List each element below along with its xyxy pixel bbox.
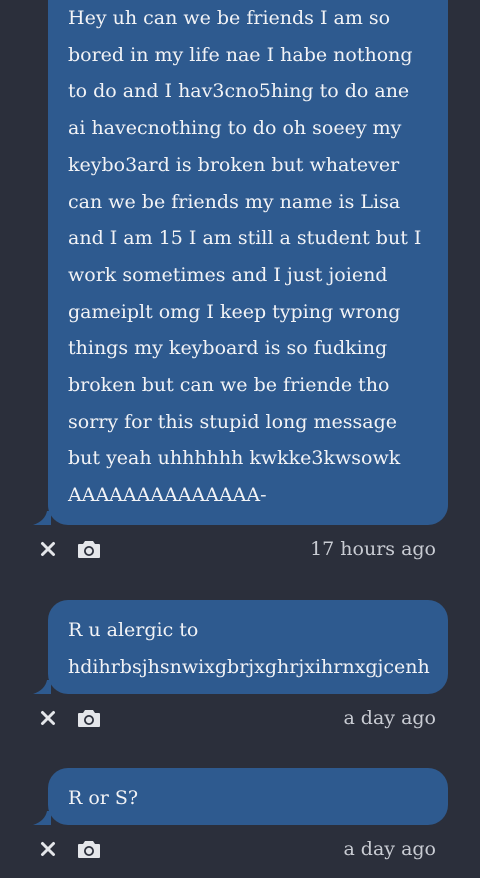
photo-button[interactable] bbox=[77, 537, 101, 561]
camera-icon bbox=[78, 710, 100, 727]
message-timestamp: a day ago bbox=[343, 707, 436, 729]
photo-button[interactable] bbox=[77, 706, 101, 730]
bubble-tail bbox=[33, 511, 51, 525]
camera-icon bbox=[78, 541, 100, 558]
delete-button[interactable] bbox=[36, 706, 60, 730]
message-bubble: Hey uh can we be friends I am so bored i… bbox=[48, 0, 448, 525]
message-text: R or S? bbox=[68, 787, 139, 809]
message-timestamp: 17 hours ago bbox=[310, 538, 436, 560]
message-meta: a day ago bbox=[0, 706, 480, 734]
message-timestamp: a day ago bbox=[343, 838, 436, 860]
bubble-tail bbox=[33, 680, 51, 694]
delete-button[interactable] bbox=[36, 537, 60, 561]
close-icon bbox=[41, 842, 55, 856]
message-thread: Hey uh can we be friends I am so bored i… bbox=[0, 0, 480, 878]
delete-button[interactable] bbox=[36, 837, 60, 861]
message-bubble: R or S? bbox=[48, 768, 448, 825]
camera-icon bbox=[78, 841, 100, 858]
photo-button[interactable] bbox=[77, 837, 101, 861]
message-text: Hey uh can we be friends I am so bored i… bbox=[68, 7, 422, 507]
bubble-tail bbox=[33, 811, 51, 825]
message-meta: 17 hours ago bbox=[0, 537, 480, 565]
close-icon bbox=[41, 542, 55, 556]
message-text: R u alergic to hdihrbsjhsnwixgbrjxghrjxi… bbox=[68, 619, 430, 678]
close-icon bbox=[41, 711, 55, 725]
message-meta: a day ago bbox=[0, 837, 480, 865]
message-bubble: R u alergic to hdihrbsjhsnwixgbrjxghrjxi… bbox=[48, 600, 448, 694]
